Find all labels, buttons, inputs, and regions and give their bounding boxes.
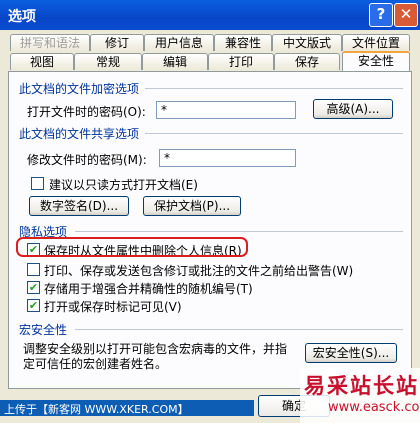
divider — [145, 133, 403, 134]
modify-password-input[interactable]: * — [159, 149, 296, 167]
tab-general[interactable]: 常规 — [74, 53, 142, 70]
sharing-heading: 此文档的文件共享选项 — [19, 127, 140, 141]
open-password-label: 打开文件时的密码(O): — [27, 105, 146, 119]
warn-before-print-checkbox[interactable] — [27, 263, 40, 276]
markup-visible-label: 打开或保存时标记可见(V) — [44, 300, 182, 314]
uploader-text: 上传于【新客网 WWW.XKER.COM】 — [4, 403, 189, 416]
options-dialog: 选项 ? ✕ 拼写和语法 修订 用户信息 兼容性 中文版式 文件位置 视图 常规… — [0, 0, 420, 423]
divider — [75, 231, 403, 232]
tab-save[interactable]: 保存 — [274, 53, 340, 70]
watermark-url: www.easck.com — [328, 400, 420, 415]
open-password-input[interactable]: * — [156, 101, 296, 119]
encryption-heading: 此文档的文件加密选项 — [19, 82, 140, 96]
tab-revisions[interactable]: 修订 — [90, 34, 144, 51]
advanced-button[interactable]: 高级(A)... — [313, 99, 393, 119]
title-bar[interactable]: 选项 ? ✕ — [0, 0, 420, 30]
tab-row-front: 视图 常规 编辑 打印 保存 安全性 — [8, 51, 412, 71]
divider — [145, 88, 403, 89]
readonly-checkbox[interactable] — [31, 177, 44, 190]
tab-file-locations[interactable]: 文件位置 — [342, 34, 410, 51]
tab-security[interactable]: 安全性 — [342, 51, 410, 71]
markup-visible-checkbox[interactable]: ✔ — [27, 299, 40, 312]
close-icon[interactable]: ✕ — [394, 3, 418, 27]
tab-print[interactable]: 打印 — [208, 53, 274, 70]
help-icon[interactable]: ? — [369, 3, 393, 27]
random-number-label: 存储用于增强合并精确性的随机编号(T) — [44, 282, 253, 296]
protect-document-button[interactable]: 保护文档(P)... — [143, 196, 241, 216]
modify-password-label: 修改文件时的密码(M): — [27, 153, 147, 167]
tab-user-info[interactable]: 用户信息 — [144, 34, 214, 51]
macro-heading: 宏安全性 — [19, 323, 68, 337]
macro-security-button[interactable]: 宏安全性(S)... — [305, 343, 397, 363]
tab-view[interactable]: 视图 — [10, 53, 74, 70]
watermark-title: 易采站长站 — [304, 373, 419, 398]
tab-row-back: 拼写和语法 修订 用户信息 兼容性 中文版式 文件位置 — [8, 34, 412, 52]
highlight-ring — [16, 237, 248, 257]
tab-spelling-grammar[interactable]: 拼写和语法 — [10, 34, 90, 51]
tab-compatibility[interactable]: 兼容性 — [214, 34, 272, 51]
security-panel: 此文档的文件加密选项 打开文件时的密码(O): * 高级(A)... 此文档的文… — [8, 71, 412, 389]
divider — [75, 329, 403, 330]
digital-signature-button[interactable]: 数字签名(D)... — [29, 196, 129, 216]
uploader-banner: 上传于【新客网 WWW.XKER.COM】 — [0, 400, 254, 416]
warn-before-print-label: 打印、保存或发送包含修订或批注的文件之前给出警告(W) — [44, 264, 354, 278]
tab-edit[interactable]: 编辑 — [142, 53, 208, 70]
random-number-checkbox[interactable]: ✔ — [27, 281, 40, 294]
tab-chinese-layout[interactable]: 中文版式 — [272, 34, 342, 51]
readonly-label: 建议以只读方式打开文档(E) — [49, 178, 198, 192]
macro-description-line2: 定可信任的宏创建者姓名。 — [23, 357, 168, 371]
dialog-title: 选项 — [8, 9, 36, 25]
